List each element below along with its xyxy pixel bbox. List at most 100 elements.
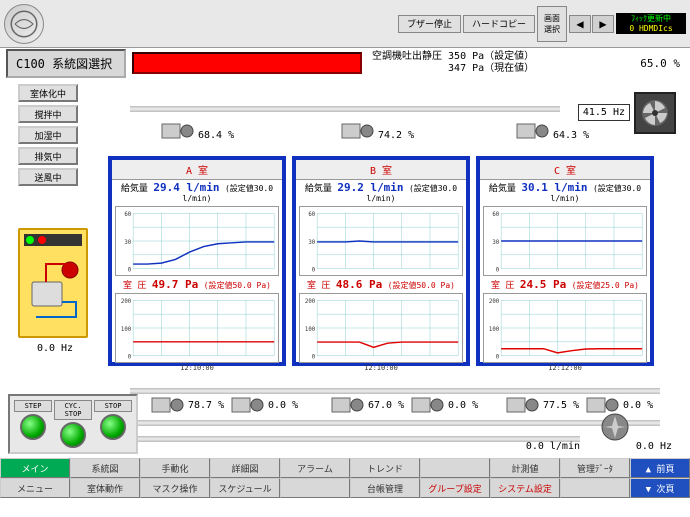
footer-btn[interactable]: 管理ﾃﾞｰﾀ bbox=[560, 458, 630, 478]
status-line1: ﾌｨｯｸ更新中 bbox=[620, 14, 682, 24]
bdamper-b-pct2: 0.0 % bbox=[448, 400, 478, 411]
topbar: ブザー停止 ハードコピー 画面 選択 ◀ ▶ ﾌｨｯｸ更新中 0 HDMDIcs bbox=[0, 0, 690, 48]
svg-text:200: 200 bbox=[305, 299, 316, 305]
prev-button[interactable]: ◀ bbox=[569, 15, 591, 33]
footer-btn[interactable]: 計測値 bbox=[490, 458, 560, 478]
svg-text:0: 0 bbox=[128, 267, 132, 273]
fan-icon bbox=[634, 92, 676, 134]
room-panel-1: B 室 給気量 29.2 l/min (設定値30.0 l/min) 0 30 60… bbox=[292, 156, 470, 366]
footer-btn[interactable]: 台帳管理 bbox=[350, 478, 420, 498]
footer-btn[interactable]: メニュー bbox=[0, 478, 70, 498]
room-title: A 室 bbox=[112, 160, 282, 180]
damper-icon bbox=[410, 394, 444, 416]
logo-icon bbox=[4, 4, 44, 44]
step-label: STEP bbox=[14, 400, 52, 412]
svg-text:30: 30 bbox=[124, 240, 131, 246]
page-title: C100 系統図選択 bbox=[6, 49, 126, 78]
footer-btn bbox=[280, 478, 350, 498]
footer-btn[interactable]: 詳細図 bbox=[210, 458, 280, 478]
room-panel-0: A 室 給気量 29.4 l/min (設定値30.0 l/min) 03060… bbox=[108, 156, 286, 366]
hardcopy-button[interactable]: ハードコピー bbox=[463, 15, 535, 33]
room-title: B 室 bbox=[296, 160, 466, 180]
flow-metric: 給気量 30.1 l/min (設定値30.0 l/min) bbox=[480, 180, 650, 205]
cycle-stop-button[interactable] bbox=[60, 422, 86, 448]
svg-text:200: 200 bbox=[489, 299, 500, 305]
pressure-readout: 空調機吐出静圧 350 Pa（設定値） 347 Pa（現在値） bbox=[372, 51, 534, 75]
pipe bbox=[130, 436, 580, 442]
svg-text:0: 0 bbox=[496, 354, 500, 360]
svg-text:60: 60 bbox=[124, 212, 131, 218]
fan-hz-readout: 41.5 Hz bbox=[578, 104, 630, 121]
pressure-metric: 室 圧 49.7 Pa (設定値50.0 Pa) bbox=[112, 277, 282, 292]
side-btn-0[interactable]: 室体化中 bbox=[18, 84, 78, 102]
bdamper-c-pct2: 0.0 % bbox=[623, 400, 653, 411]
cycstop-label: CYC. STOP bbox=[54, 400, 92, 420]
footer-btn[interactable]: グループ設定 bbox=[420, 478, 490, 498]
triangle-right-icon: ▶ bbox=[599, 17, 606, 31]
pressure-label: 空調機吐出静圧 bbox=[372, 51, 442, 62]
next-page-button[interactable]: ▼ 次頁 bbox=[630, 478, 690, 498]
damper-icon bbox=[340, 120, 374, 142]
diagram-area: 室体化中 撹拌中 加湿中 排気中 送風中 41.5 Hz 68.4 % 74.2… bbox=[0, 78, 690, 458]
footer-btn[interactable]: アラーム bbox=[280, 458, 350, 478]
svg-text:200: 200 bbox=[121, 299, 132, 305]
damper-b-pct: 74.2 % bbox=[378, 130, 414, 141]
footer-row-1: メイン系統図手動化詳細図アラームトレンド 計測値管理ﾃﾞｰﾀ▲ 前頁 bbox=[0, 458, 690, 478]
flow-chart: 0 30 60 bbox=[115, 206, 279, 276]
bottom-flow: 0.0 l/min bbox=[526, 441, 580, 452]
stop-button[interactable] bbox=[100, 414, 126, 440]
top-right-pct: 65.0 % bbox=[640, 57, 680, 70]
chart-time: 12:10:00 bbox=[112, 364, 282, 372]
damper-icon bbox=[230, 394, 264, 416]
svg-text:60: 60 bbox=[492, 212, 499, 218]
flow-chart: 0 30 60 bbox=[483, 206, 647, 276]
svg-text:60: 60 bbox=[308, 212, 315, 218]
side-btn-2[interactable]: 加湿中 bbox=[18, 126, 78, 144]
side-btn-1[interactable]: 撹拌中 bbox=[18, 105, 78, 123]
compressor-unit: 0.0 Hz bbox=[18, 228, 88, 338]
buzzer-stop-button[interactable]: ブザー停止 bbox=[398, 15, 461, 33]
next-button[interactable]: ▶ bbox=[592, 15, 614, 33]
footer-row-2: メニュー室体動作マスク操作スケジュール 台帳管理グループ設定システム設定 ▼ 次頁 bbox=[0, 478, 690, 498]
svg-text:30: 30 bbox=[492, 240, 499, 246]
led-icon bbox=[38, 236, 46, 244]
damper-icon bbox=[150, 394, 184, 416]
damper-icon bbox=[515, 120, 549, 142]
footer-btn[interactable]: マスク操作 bbox=[140, 478, 210, 498]
bdamper-a-pct2: 0.0 % bbox=[268, 400, 298, 411]
flow-metric: 給気量 29.2 l/min (設定値30.0 l/min) bbox=[296, 180, 466, 205]
pressure-current: 347 Pa（現在値） bbox=[372, 63, 534, 75]
footer-btn[interactable]: トレンド bbox=[350, 458, 420, 478]
footer-btn[interactable]: システム設定 bbox=[490, 478, 560, 498]
control-panel: STEP CYC. STOP STOP bbox=[8, 394, 138, 454]
prev-page-button[interactable]: ▲ 前頁 bbox=[630, 458, 690, 478]
stop-label: STOP bbox=[94, 400, 132, 412]
pressure-metric: 室 圧 24.5 Pa (設定値25.0 Pa) bbox=[480, 277, 650, 292]
side-btn-4[interactable]: 送風中 bbox=[18, 168, 78, 186]
status-display: ﾌｨｯｸ更新中 0 HDMDIcs bbox=[616, 13, 686, 34]
led-icon bbox=[26, 236, 34, 244]
footer-btn[interactable]: 手動化 bbox=[140, 458, 210, 478]
svg-text:30: 30 bbox=[308, 240, 315, 246]
footer-btn[interactable]: 室体動作 bbox=[70, 478, 140, 498]
footer-btn[interactable]: 系統図 bbox=[70, 458, 140, 478]
bdamper-a-pct1: 78.7 % bbox=[188, 400, 224, 411]
footer: メイン系統図手動化詳細図アラームトレンド 計測値管理ﾃﾞｰﾀ▲ 前頁 メニュー室体… bbox=[0, 458, 690, 498]
damper-icon bbox=[505, 394, 539, 416]
room-panel-2: C 室 給気量 30.1 l/min (設定値30.0 l/min) 03060… bbox=[476, 156, 654, 366]
step-button[interactable] bbox=[20, 414, 46, 440]
footer-btn[interactable]: メイン bbox=[0, 458, 70, 478]
title-row: C100 系統図選択 空調機吐出静圧 350 Pa（設定値） 347 Pa（現在… bbox=[0, 48, 690, 78]
svg-text:0: 0 bbox=[496, 267, 500, 273]
svg-text:0: 0 bbox=[128, 354, 132, 360]
damper-icon bbox=[330, 394, 364, 416]
footer-btn[interactable]: スケジュール bbox=[210, 478, 280, 498]
svg-text:0: 0 bbox=[312, 267, 316, 273]
damper-icon bbox=[160, 120, 194, 142]
screen-select-button[interactable]: 画面 選択 bbox=[537, 6, 567, 42]
exhaust-fan-icon bbox=[600, 412, 630, 442]
svg-text:0: 0 bbox=[312, 354, 316, 360]
status-line2: 0 HDMDIcs bbox=[620, 24, 682, 34]
side-btn-3[interactable]: 排気中 bbox=[18, 147, 78, 165]
triangle-left-icon: ◀ bbox=[576, 17, 583, 31]
